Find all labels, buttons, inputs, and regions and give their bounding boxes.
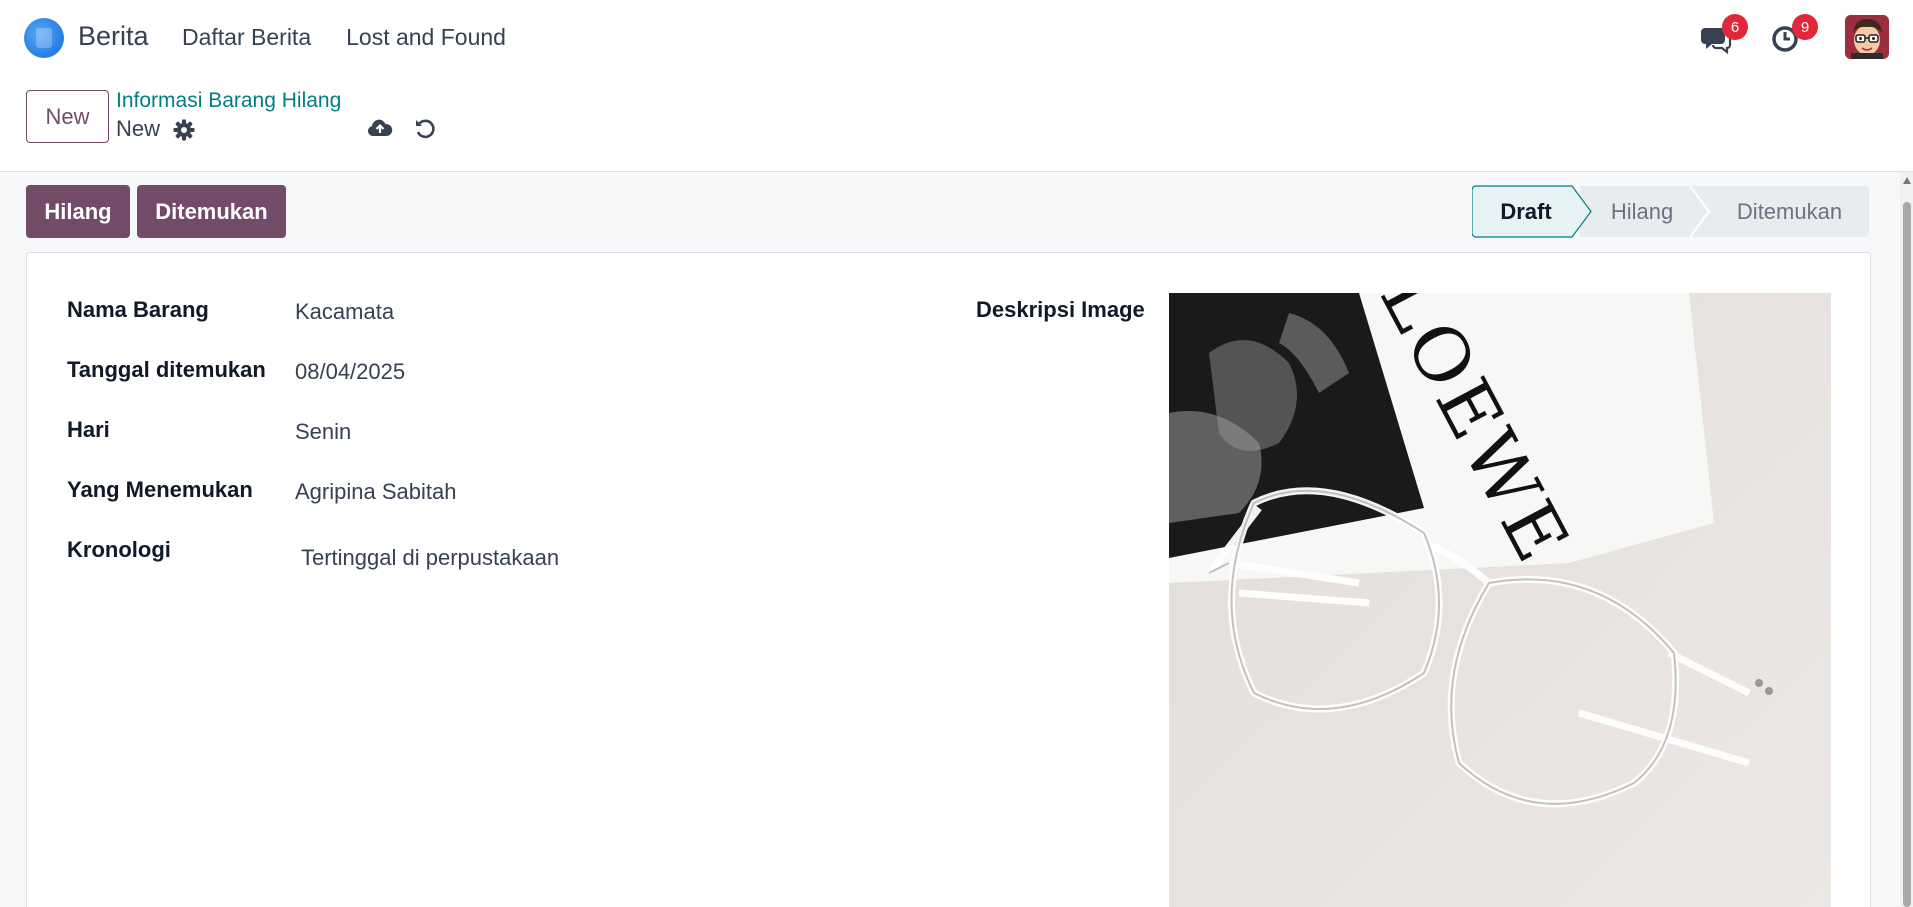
save-button[interactable]: [367, 116, 393, 140]
nama-barang-label: Nama Barang: [67, 297, 209, 322]
undo-icon: [416, 119, 435, 139]
scroll-up-arrow-icon[interactable]: [1903, 177, 1911, 184]
deskripsi-image-field[interactable]: LOEWE: [1169, 293, 1831, 907]
control-panel: New Informasi Barang Hilang New: [0, 76, 1913, 172]
actions-gear-button[interactable]: [173, 119, 195, 141]
app-name[interactable]: Berita: [78, 21, 149, 52]
stage-draft[interactable]: Draft: [1472, 185, 1580, 238]
breadcrumb-parent[interactable]: Informasi Barang Hilang: [116, 89, 341, 113]
menu-item-daftar-berita[interactable]: Daftar Berita: [182, 24, 311, 51]
status-stage-bar: Draft Hilang Ditemukan: [1472, 185, 1870, 238]
main-menu: Daftar Berita Lost and Found: [182, 24, 506, 51]
user-avatar[interactable]: [1845, 15, 1889, 59]
avatar-face-icon: [1845, 15, 1889, 59]
ditemukan-action-button[interactable]: Ditemukan: [137, 185, 286, 238]
tanggal-ditemukan-label: Tanggal ditemukan: [67, 357, 266, 382]
stage-hilang[interactable]: Hilang: [1592, 185, 1692, 238]
activities-button[interactable]: 9: [1770, 14, 1818, 54]
menu-item-lost-and-found[interactable]: Lost and Found: [346, 24, 506, 51]
hilang-action-button[interactable]: Hilang: [26, 185, 130, 238]
kronologi-label: Kronologi: [67, 537, 171, 562]
kronologi-field[interactable]: Tertinggal di perpustakaan: [301, 545, 559, 571]
messages-badge: 6: [1722, 14, 1748, 40]
yang-menemukan-label: Yang Menemukan: [67, 477, 253, 502]
cloud-upload-icon: [367, 119, 393, 136]
deskripsi-image-label: Deskripsi Image: [976, 297, 1145, 322]
form-sheet: Nama Barang Kacamata Tanggal ditemukan 0…: [26, 252, 1871, 907]
hari-field[interactable]: Senin: [295, 419, 351, 445]
form-view: Hilang Ditemukan Draft Hilang Ditemukan …: [0, 172, 1900, 907]
hari-label: Hari: [67, 417, 110, 442]
page-scrollbar[interactable]: [1900, 172, 1913, 907]
discard-button[interactable]: [414, 117, 436, 139]
nama-barang-field[interactable]: Kacamata: [295, 299, 394, 325]
messages-button[interactable]: 6: [1700, 14, 1748, 55]
top-navbar: Berita Daftar Berita Lost and Found 6 9: [0, 0, 1913, 76]
yang-menemukan-field[interactable]: Agripina Sabitah: [295, 479, 456, 505]
record-name: New: [116, 116, 161, 141]
tanggal-ditemukan-field[interactable]: 08/04/2025: [295, 359, 405, 385]
stage-ditemukan[interactable]: Ditemukan: [1712, 185, 1867, 238]
scroll-thumb[interactable]: [1903, 202, 1911, 907]
new-record-button[interactable]: New: [26, 90, 109, 143]
app-logo-icon[interactable]: [24, 18, 64, 58]
glasses-photo: LOEWE: [1169, 293, 1831, 907]
activities-badge: 9: [1792, 14, 1818, 40]
gear-icon: [173, 119, 195, 141]
